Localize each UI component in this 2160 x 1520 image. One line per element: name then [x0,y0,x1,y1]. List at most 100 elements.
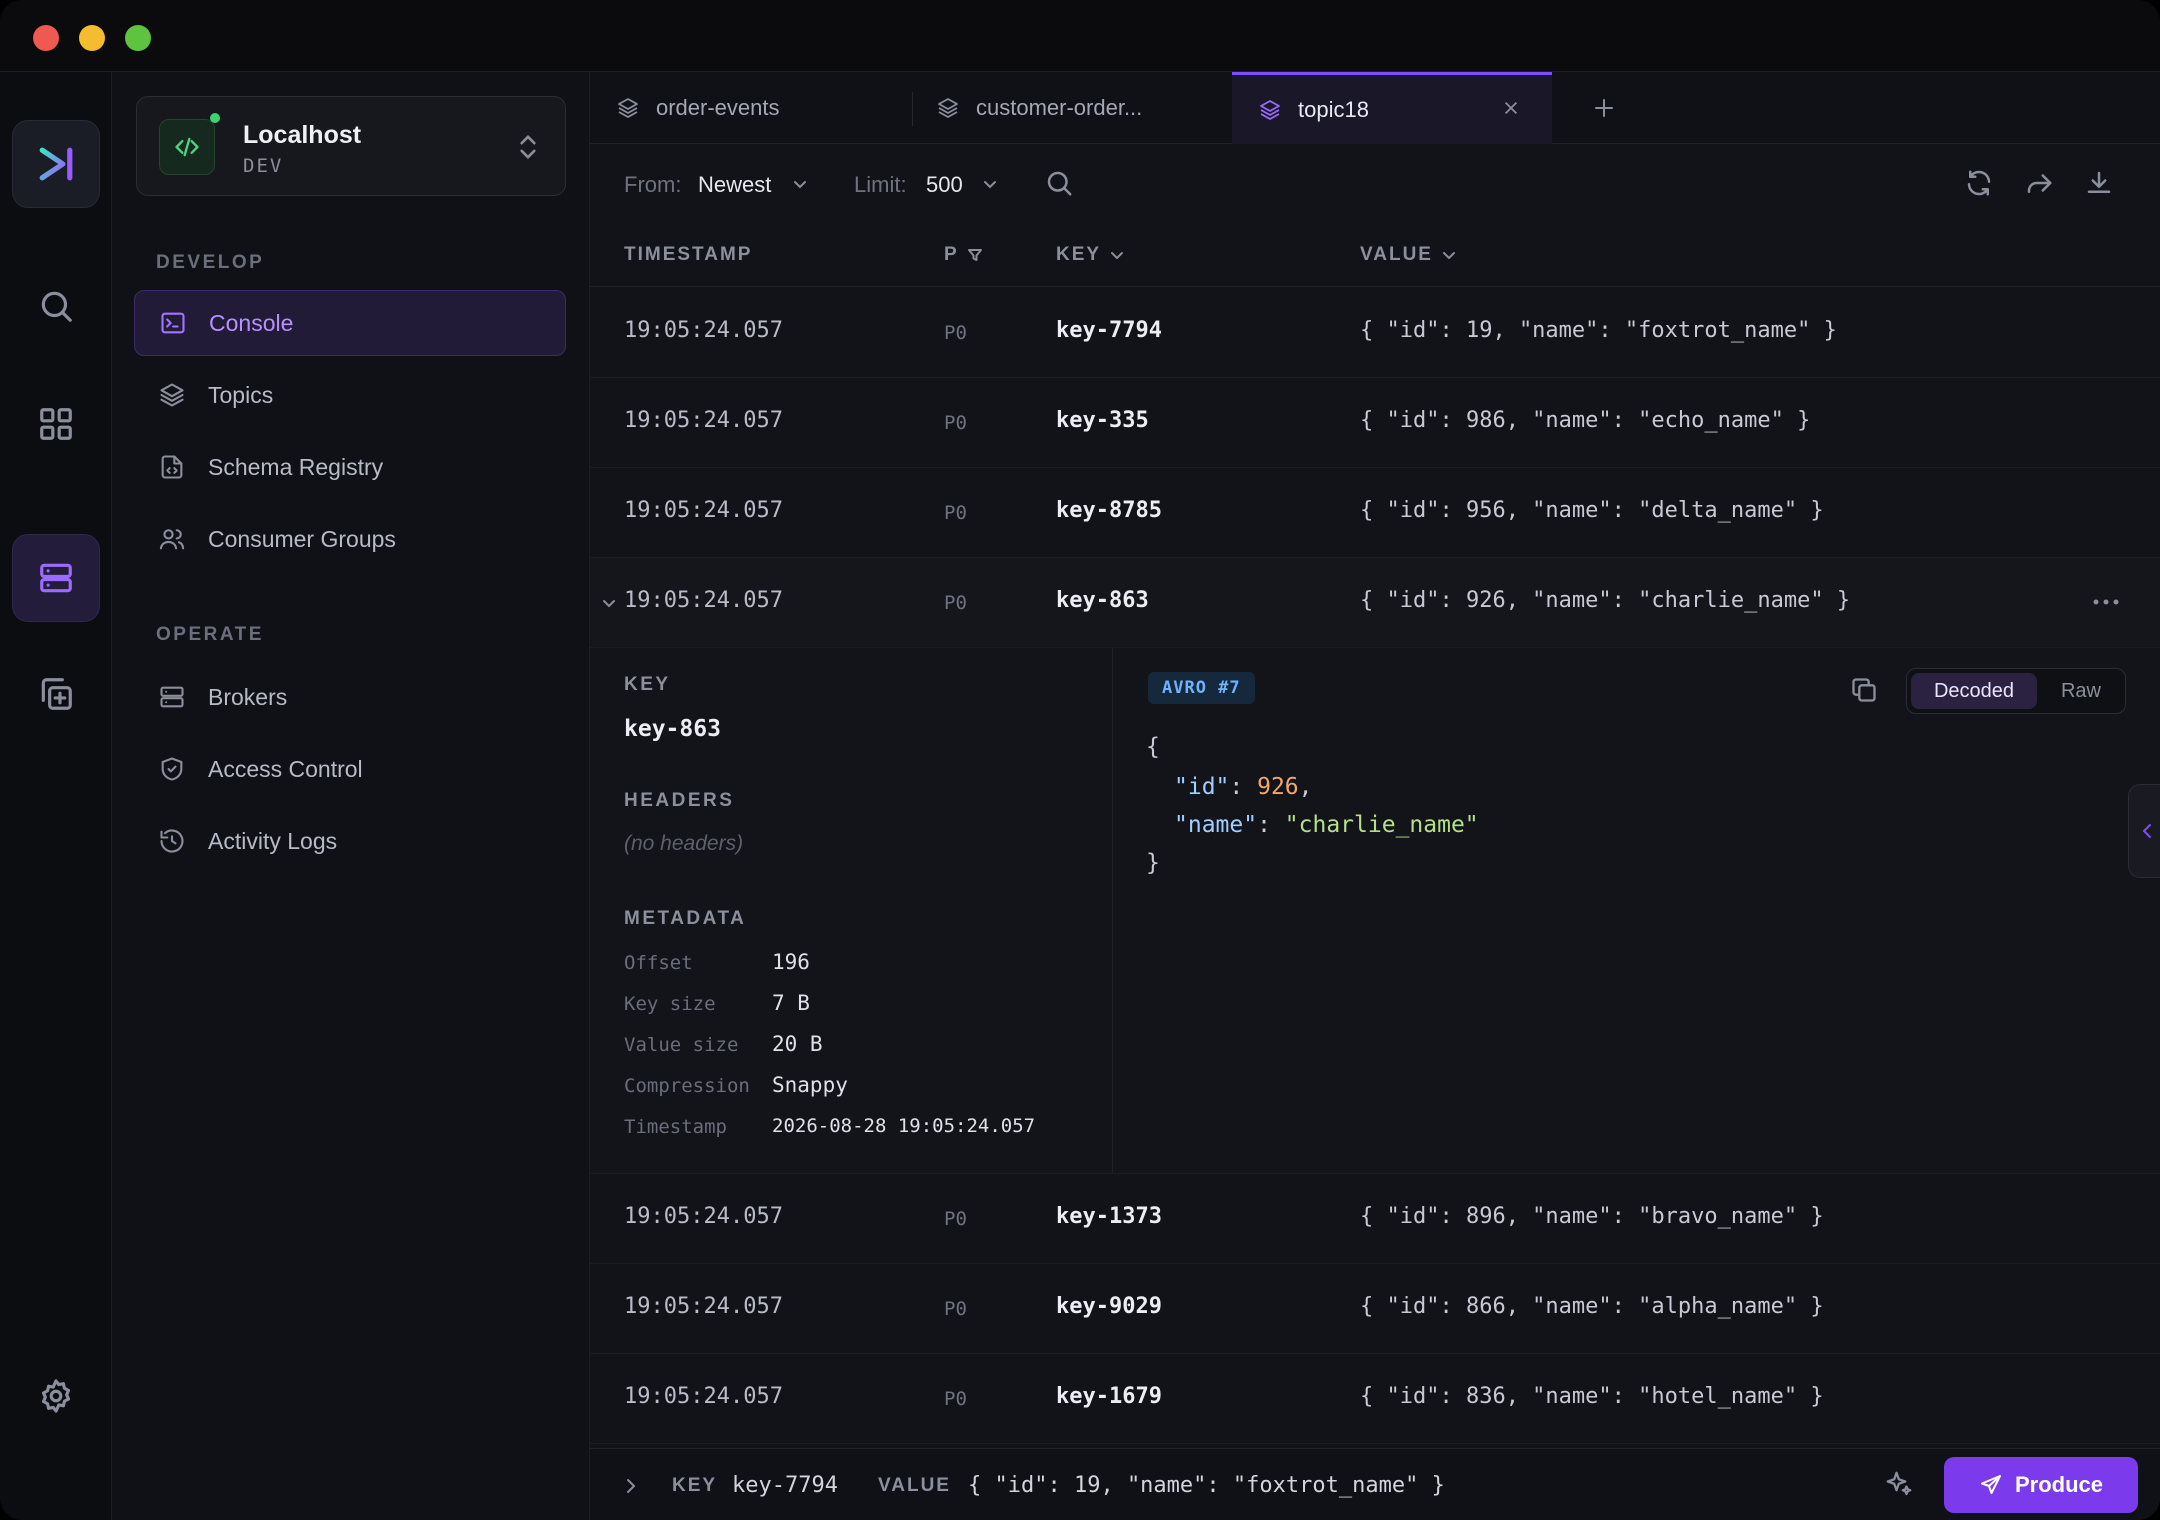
metadata-key: Value size [624,1034,739,1056]
main-panel: order-events customer-order... topic18 F… [590,72,2160,1520]
download-button[interactable] [2084,168,2116,200]
sidebar-item-topics[interactable]: Topics [134,362,566,428]
table-row[interactable]: 19:05:24.057 P0 key-8785 { "id": 956, "n… [590,468,2160,558]
close-window-button[interactable] [33,25,59,51]
column-header-partition[interactable]: P [944,244,983,266]
table-row[interactable]: 19:05:24.057 P0 key-1373 { "id": 896, "n… [590,1174,2160,1264]
row-value: { "id": 19, "name": "foxtrot_name" } [1360,318,1837,343]
sidebar-item-consumer-groups[interactable]: Consumer Groups [134,506,566,572]
schema-badge: AVRO #7 [1148,672,1255,704]
row-more-button[interactable] [2092,594,2120,612]
row-key: key-8785 [1056,498,1162,523]
chevron-right-icon[interactable] [624,1477,638,1500]
limit-label: Limit: [854,172,907,197]
sidebar-item-schema-registry[interactable]: Schema Registry [134,434,566,500]
chevron-up-down-icon [517,133,539,166]
new-tab-button[interactable] [1586,90,1622,126]
column-header-timestamp[interactable]: TIMESTAMP [624,244,752,266]
json-close-brace: } [1146,850,1160,876]
settings-rail-button[interactable] [12,1352,100,1440]
download-icon [2087,171,2111,193]
sidebar-item-access-control[interactable]: Access Control [134,736,566,802]
view-raw-button[interactable]: Raw [2041,673,2121,709]
row-timestamp: 19:05:24.057 [624,318,783,343]
chevron-down-icon [1442,251,1455,259]
detail-metadata-label: METADATA [624,908,747,929]
plus-icon [1595,99,1613,117]
clusters-rail-button[interactable] [12,534,100,622]
refresh-button[interactable] [1964,168,1996,200]
metadata-value: 7 B [772,991,810,1015]
forward-icon [2027,174,2052,193]
row-key: key-1679 [1056,1384,1162,1409]
search-messages-button[interactable] [1044,168,1076,200]
row-timestamp: 19:05:24.057 [624,588,783,613]
tab-order-events[interactable]: order-events [590,72,910,144]
file-code-icon [161,455,183,479]
close-tab-button[interactable] [1502,99,1522,119]
table-row-expanded[interactable]: 19:05:24.057 P0 key-863 { "id": 926, "na… [590,558,2160,648]
side-panel-toggle[interactable] [2128,784,2160,878]
row-timestamp: 19:05:24.057 [624,408,783,433]
share-button[interactable] [2024,168,2056,200]
row-key: key-863 [1056,588,1149,613]
add-connection-rail-button[interactable] [12,650,100,738]
dashboard-rail-button[interactable] [12,380,100,468]
copy-value-button[interactable] [1850,676,1878,709]
row-partition: P0 [944,1388,967,1410]
produce-value-label: VALUE [878,1475,951,1496]
sidebar-item-label: Schema Registry [208,453,384,480]
produce-value-input[interactable]: { "id": 19, "name": "foxtrot_name" } [968,1473,1445,1498]
row-partition: P0 [944,592,967,614]
section-label-develop: DEVELOP [156,252,265,273]
users-icon [159,529,185,550]
produce-key-input[interactable]: key-7794 [732,1473,838,1498]
view-decoded-button[interactable]: Decoded [1911,673,2037,709]
sidebar: Localhost DEV DEVELOP Console Topics Sch… [112,72,590,1520]
header-divider [590,286,2160,287]
refresh-icon [1967,170,1991,196]
server-icon [160,686,184,708]
row-partition: P0 [944,1298,967,1320]
sidebar-item-activity-logs[interactable]: Activity Logs [134,808,566,874]
sidebar-item-label: Console [209,309,294,336]
maximize-window-button[interactable] [125,25,151,51]
metadata-value: 2026-08-28 19:05:24.057 [772,1115,1036,1137]
generate-button[interactable] [1884,1469,1914,1504]
sparkles-icon [1886,1471,1912,1496]
sidebar-item-brokers[interactable]: Brokers [134,664,566,730]
filter-icon [967,248,982,261]
json-key: "id" [1174,774,1230,800]
table-row[interactable]: 19:05:24.057 P0 key-9029 { "id": 866, "n… [590,1264,2160,1354]
table-row[interactable]: 19:05:24.057 P0 key-1679 { "id": 836, "n… [590,1354,2160,1444]
column-header-label: VALUE [1360,244,1433,265]
row-value: { "id": 896, "name": "bravo_name" } [1360,1204,1824,1229]
add-copy-icon [41,678,72,710]
sidebar-item-console[interactable]: Console [134,290,566,356]
close-icon [1504,101,1518,115]
layers-icon [160,383,184,407]
limit-select[interactable]: 500 [926,172,963,198]
column-header-label: P [944,244,959,265]
chevron-down-icon [982,176,998,197]
history-icon [160,829,184,853]
tab-topic18[interactable]: topic18 [1232,72,1552,144]
row-value: { "id": 986, "name": "echo_name" } [1360,408,1811,433]
from-select[interactable]: Newest [698,172,771,198]
table-row[interactable]: 19:05:24.057 P0 key-335 { "id": 986, "na… [590,378,2160,468]
column-header-value[interactable]: VALUE [1360,244,1457,266]
metadata-value: Snappy [772,1073,848,1097]
search-rail-button[interactable] [12,262,100,350]
tab-label: order-events [656,95,780,120]
app-logo[interactable] [12,120,100,208]
tab-customer-orders[interactable]: customer-order... [910,72,1230,144]
sidebar-item-label: Access Control [208,755,363,782]
from-label: From: [624,172,682,197]
column-header-key[interactable]: KEY [1056,244,1125,266]
table-row[interactable]: 19:05:24.057 P0 key-7794 { "id": 19, "na… [590,288,2160,378]
environment-tag: DEV [243,155,284,177]
minimize-window-button[interactable] [79,25,105,51]
environment-status-dot [210,113,220,123]
environment-switcher[interactable]: Localhost DEV [136,96,566,196]
produce-button[interactable]: Produce [1944,1457,2138,1513]
